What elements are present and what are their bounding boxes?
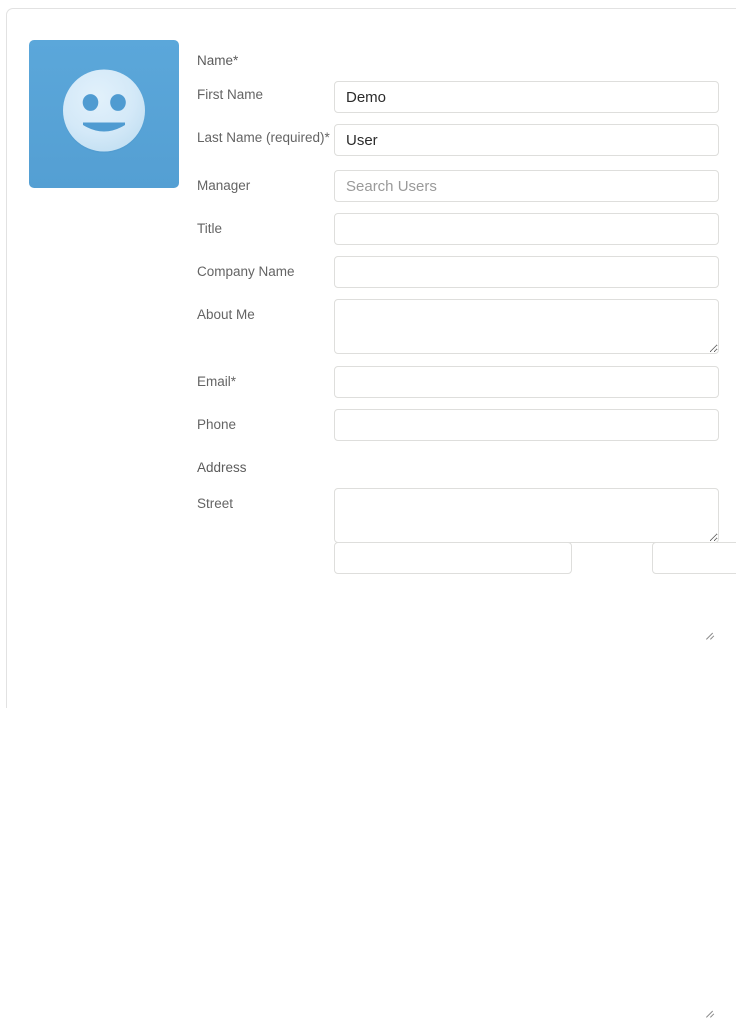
resize-handle-about-me[interactable] bbox=[704, 629, 717, 642]
label-first-name: First Name bbox=[197, 87, 264, 102]
input-company-name[interactable] bbox=[334, 256, 719, 288]
label-about-me: About Me bbox=[197, 307, 255, 322]
label-manager: Manager bbox=[197, 178, 251, 193]
input-email[interactable] bbox=[334, 366, 719, 398]
smiley-face-icon bbox=[63, 69, 145, 153]
input-first-name[interactable] bbox=[334, 81, 719, 113]
label-last-name: Last Name (required)* bbox=[197, 130, 330, 145]
textarea-about-me[interactable] bbox=[334, 299, 719, 354]
label-phone: Phone bbox=[197, 417, 237, 432]
input-next-partial-left[interactable] bbox=[334, 542, 572, 574]
input-manager-search[interactable] bbox=[334, 170, 719, 202]
input-last-name[interactable] bbox=[334, 124, 719, 156]
label-company-name: Company Name bbox=[197, 264, 295, 279]
label-title: Title bbox=[197, 221, 223, 236]
user-avatar[interactable] bbox=[29, 40, 179, 188]
input-next-partial-right[interactable] bbox=[652, 542, 736, 574]
label-street: Street bbox=[197, 496, 234, 511]
label-email: Email* bbox=[197, 374, 237, 389]
section-header-name: Name* bbox=[197, 53, 239, 68]
section-header-address: Address bbox=[197, 460, 247, 475]
resize-handle-street[interactable] bbox=[704, 1007, 717, 1020]
input-title[interactable] bbox=[334, 213, 719, 245]
profile-form-panel: Name* First Name Last Name (required)* M… bbox=[6, 8, 736, 1018]
textarea-street[interactable] bbox=[334, 488, 719, 543]
input-phone[interactable] bbox=[334, 409, 719, 441]
edit-profile-form: Name* First Name Last Name (required)* M… bbox=[7, 9, 736, 1018]
